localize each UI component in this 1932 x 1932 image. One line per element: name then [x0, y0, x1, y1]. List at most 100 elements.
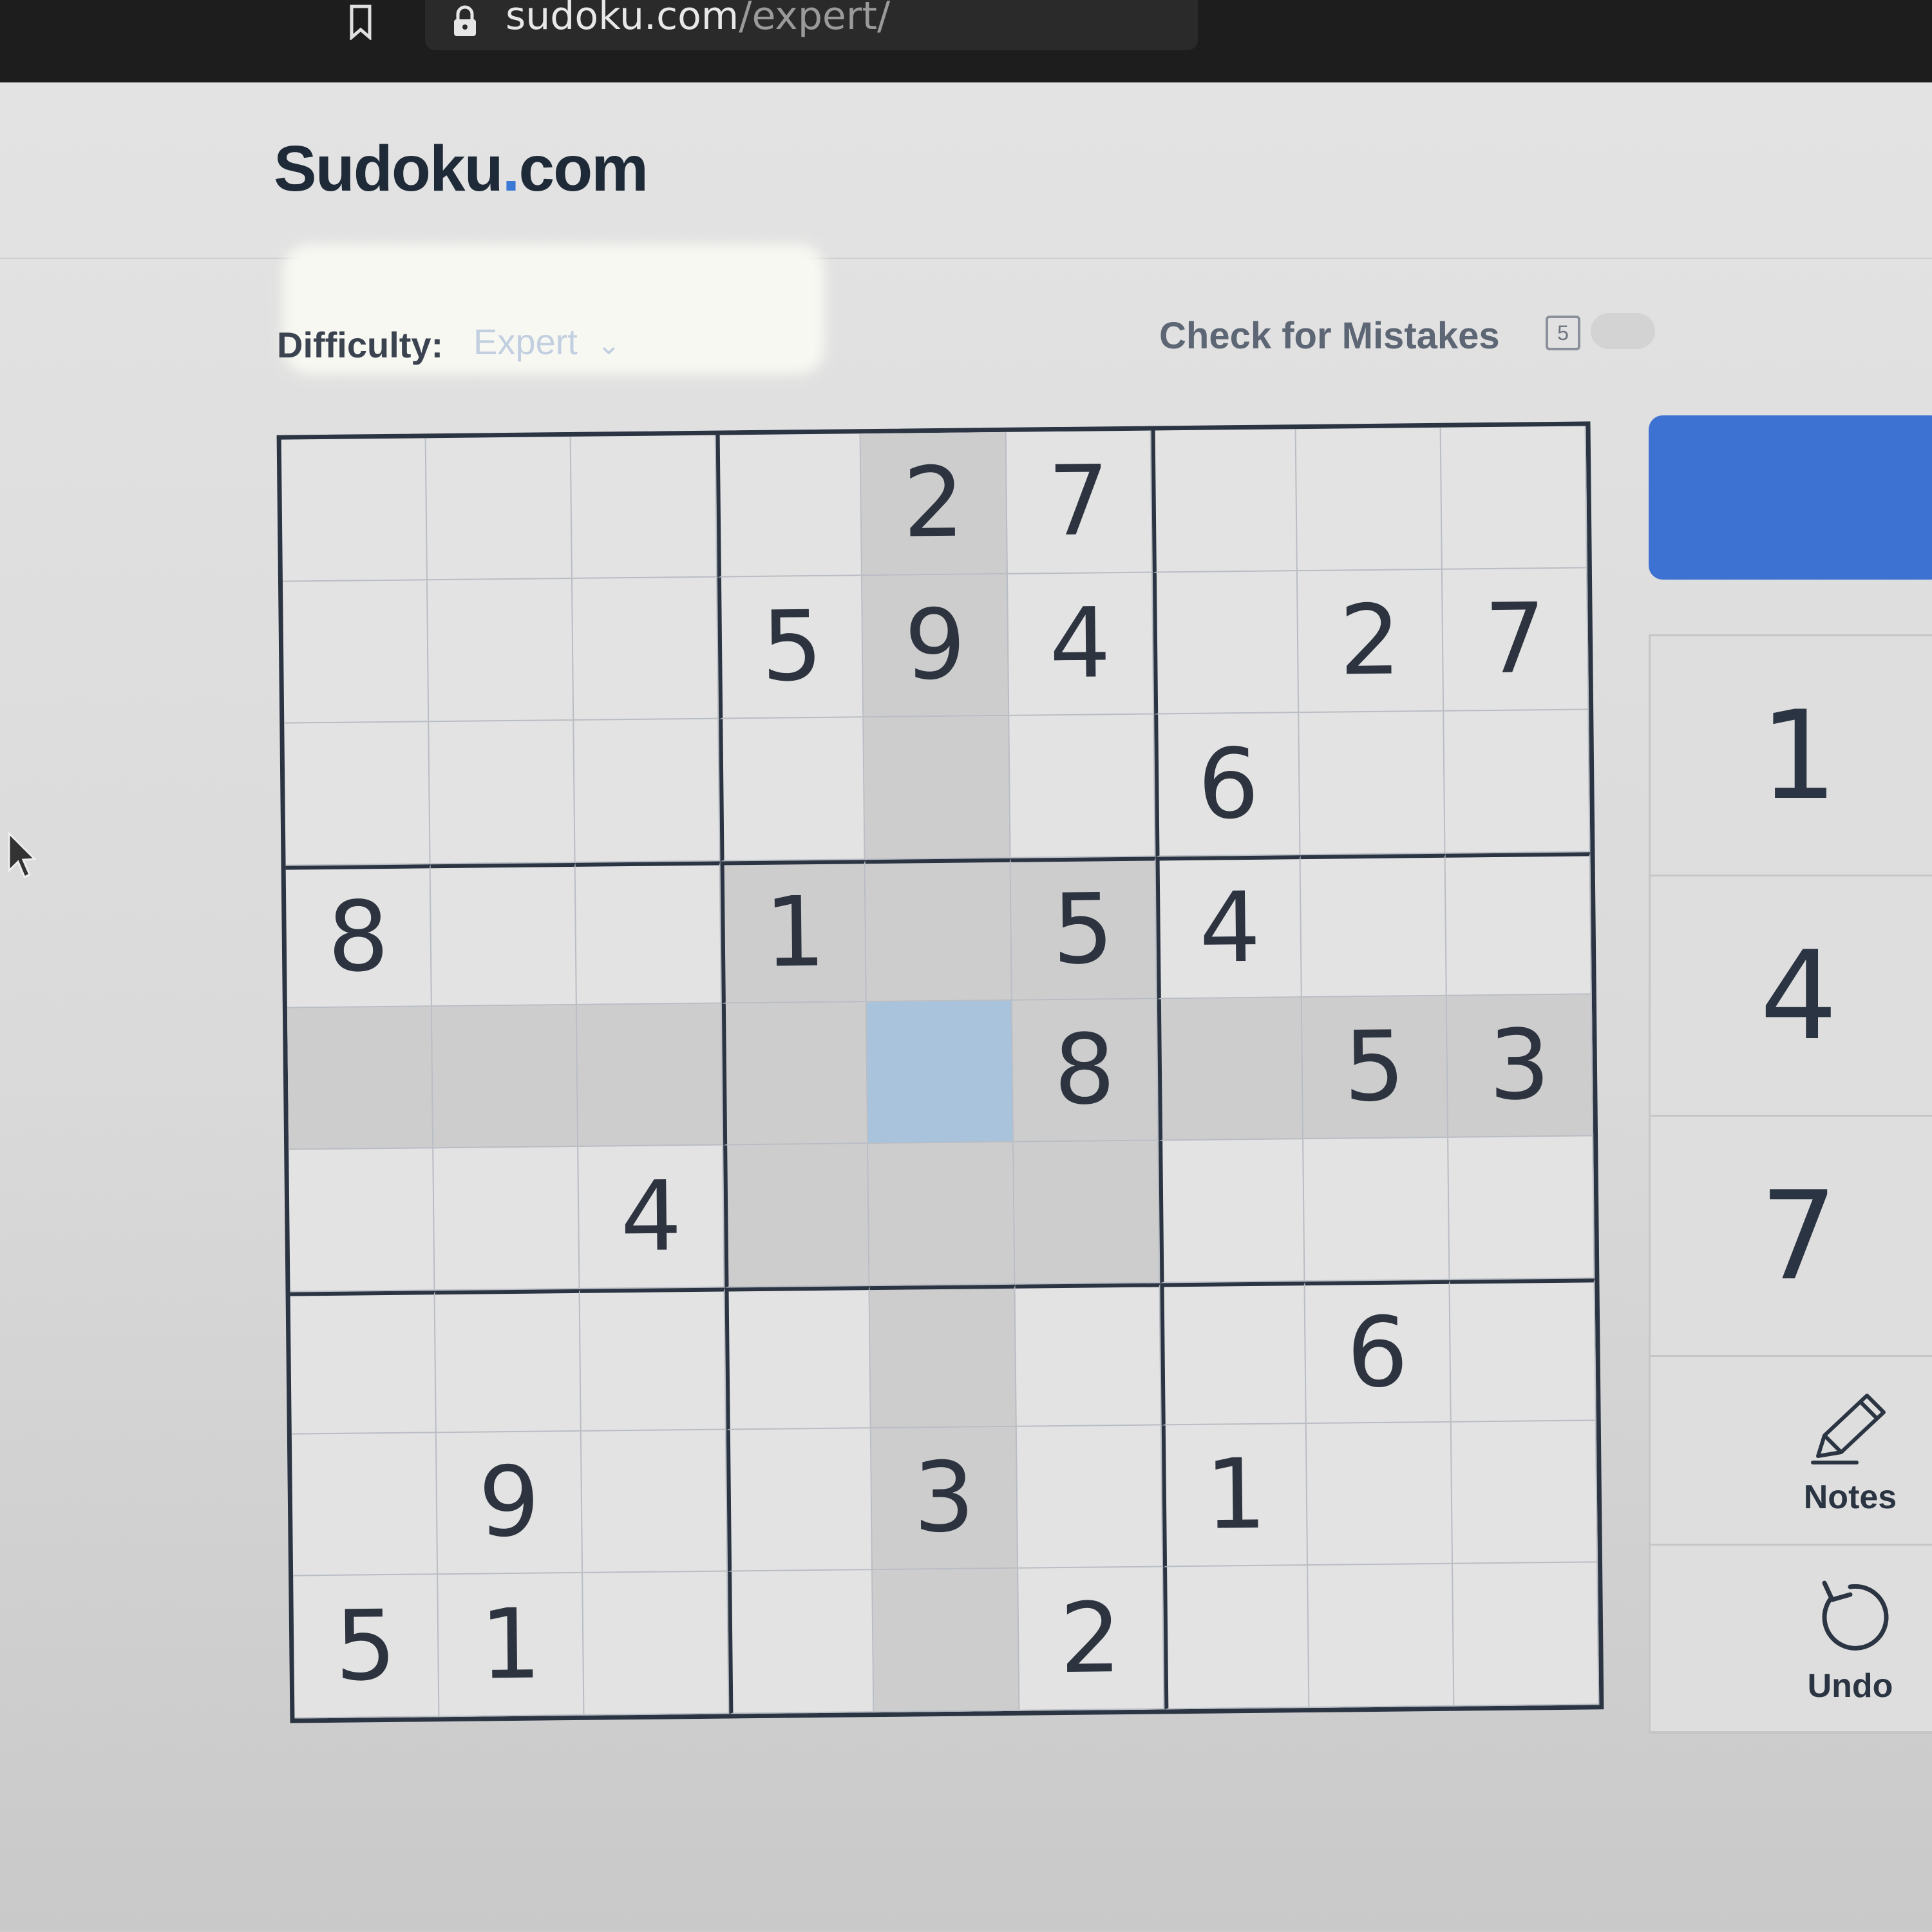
sudoku-cell-r4c2[interactable] [430, 862, 578, 1007]
sudoku-cell-r4c4[interactable]: 1 [720, 860, 867, 1004]
sudoku-cell-r3c9[interactable] [1444, 710, 1591, 854]
sudoku-cell-r8c6[interactable] [1016, 1425, 1163, 1569]
sudoku-cell-r5c9[interactable]: 3 [1446, 994, 1594, 1139]
sudoku-cell-r2c1[interactable] [282, 580, 430, 724]
sudoku-cell-r7c5[interactable] [869, 1284, 1017, 1428]
undo-button[interactable]: Undo [1651, 1546, 1932, 1734]
sudoku-cell-r7c7[interactable] [1160, 1282, 1307, 1426]
sudoku-cell-r7c6[interactable] [1015, 1283, 1162, 1427]
sudoku-cell-r3c2[interactable] [429, 721, 576, 865]
sudoku-cell-r3c5[interactable] [864, 716, 1011, 860]
sudoku-cell-r2c7[interactable] [1152, 571, 1299, 715]
sudoku-cell-r4c3[interactable] [575, 861, 723, 1005]
sudoku-cell-r8c4[interactable] [726, 1428, 873, 1572]
logo-suffix: com [518, 133, 649, 205]
sudoku-cell-r2c6[interactable]: 4 [1007, 573, 1154, 717]
sudoku-cell-r9c5[interactable] [873, 1569, 1019, 1713]
sudoku-cell-r1c7[interactable] [1151, 429, 1298, 573]
sudoku-cell-r7c4[interactable] [724, 1286, 872, 1430]
sudoku-cell-r6c5[interactable] [868, 1142, 1016, 1287]
sudoku-cell-r8c5[interactable]: 3 [871, 1426, 1018, 1571]
sudoku-cell-r1c2[interactable] [426, 436, 573, 580]
notes-button[interactable]: Notes [1651, 1357, 1932, 1546]
sudoku-cell-r1c4[interactable] [715, 433, 863, 578]
sudoku-cell-r6c8[interactable] [1303, 1138, 1450, 1282]
sudoku-cell-r1c5[interactable]: 2 [861, 431, 1008, 576]
undo-icon [1822, 1580, 1889, 1651]
sudoku-cell-r1c1[interactable] [281, 438, 428, 582]
bookmark-icon[interactable] [348, 4, 374, 40]
sudoku-cell-r5c7[interactable] [1157, 997, 1303, 1141]
sudoku-cell-r6c1[interactable] [289, 1148, 435, 1293]
sudoku-cell-r5c1[interactable] [287, 1006, 434, 1150]
logo-dot: . [502, 133, 520, 205]
numpad-key-4[interactable]: 4 [1651, 876, 1932, 1117]
sudoku-cell-r6c9[interactable] [1448, 1136, 1595, 1280]
sudoku-cell-r3c1[interactable] [284, 722, 431, 866]
sudoku-cell-r2c3[interactable] [573, 577, 719, 721]
sudoku-cell-r5c5[interactable] [867, 1000, 1014, 1144]
sudoku-cell-r6c7[interactable] [1158, 1139, 1305, 1283]
sudoku-cell-r1c8[interactable] [1296, 427, 1443, 571]
sudoku-cell-r2c9[interactable]: 7 [1442, 568, 1589, 712]
sudoku-cell-r9c9[interactable] [1452, 1562, 1600, 1707]
sudoku-cell-r4c8[interactable] [1300, 853, 1447, 998]
sudoku-cell-r2c4[interactable]: 5 [717, 575, 864, 719]
sudoku-cell-r4c5[interactable] [865, 858, 1012, 1002]
sudoku-cell-r2c5[interactable]: 9 [862, 574, 1009, 718]
sudoku-cell-r8c7[interactable]: 1 [1161, 1423, 1308, 1567]
sudoku-cell-r7c9[interactable] [1450, 1278, 1596, 1423]
difficulty-value: Expert [473, 321, 578, 362]
control-panel: 1 4 7 Notes Undo [1649, 415, 1932, 1734]
sudoku-cell-r9c6[interactable]: 2 [1018, 1567, 1165, 1711]
sudoku-cell-r4c1[interactable]: 8 [285, 864, 432, 1009]
sudoku-cell-r8c2[interactable]: 9 [436, 1431, 583, 1575]
sudoku-cell-r5c4[interactable] [722, 1001, 869, 1146]
sudoku-cell-r9c3[interactable] [583, 1571, 730, 1716]
lock-icon [454, 5, 476, 36]
sudoku-cell-r8c8[interactable] [1306, 1422, 1453, 1566]
sudoku-cell-r7c2[interactable] [435, 1289, 582, 1433]
sudoku-cell-r7c1[interactable] [290, 1291, 437, 1435]
sudoku-cell-r5c3[interactable] [577, 1003, 724, 1148]
sudoku-cell-r1c3[interactable] [571, 435, 718, 579]
sudoku-cell-r8c1[interactable] [291, 1432, 439, 1577]
sudoku-cell-r4c6[interactable]: 5 [1010, 857, 1157, 1001]
check-mistakes-toggle[interactable] [1591, 313, 1655, 349]
sudoku-cell-r9c1[interactable]: 5 [293, 1575, 440, 1719]
sudoku-cell-r4c9[interactable] [1445, 852, 1592, 996]
notes-label: Notes [1803, 1479, 1897, 1516]
sudoku-cell-r6c6[interactable] [1013, 1141, 1160, 1285]
sudoku-cell-r9c8[interactable] [1307, 1564, 1455, 1709]
sudoku-cell-r1c9[interactable] [1441, 426, 1587, 570]
sudoku-cell-r7c8[interactable]: 6 [1305, 1280, 1452, 1424]
sudoku-cell-r1c6[interactable]: 7 [1006, 430, 1153, 574]
numpad-key-1[interactable]: 1 [1651, 636, 1932, 876]
sudoku-cell-r6c3[interactable]: 4 [578, 1145, 725, 1289]
sudoku-cell-r9c4[interactable] [728, 1570, 875, 1714]
sudoku-cell-r8c3[interactable] [582, 1430, 728, 1574]
sudoku-cell-r4c7[interactable]: 4 [1155, 855, 1302, 999]
sudoku-cell-r6c4[interactable] [723, 1144, 870, 1288]
sudoku-cell-r2c2[interactable] [428, 578, 574, 723]
sudoku-cell-r3c4[interactable] [719, 717, 866, 862]
site-logo[interactable]: Sudoku.com [274, 132, 649, 206]
numpad-key-7[interactable]: 7 [1651, 1117, 1932, 1357]
sudoku-cell-r3c6[interactable] [1009, 714, 1156, 858]
sudoku-cell-r3c8[interactable] [1298, 712, 1446, 856]
sudoku-cell-r5c8[interactable]: 5 [1302, 996, 1448, 1140]
sudoku-cell-r9c7[interactable] [1162, 1566, 1310, 1710]
sudoku-cell-r8c9[interactable] [1451, 1421, 1598, 1565]
sudoku-cell-r9c2[interactable]: 1 [438, 1573, 585, 1718]
mouse-pointer-icon [8, 831, 37, 879]
new-game-button[interactable] [1649, 415, 1932, 580]
sudoku-cell-r5c6[interactable]: 8 [1012, 999, 1159, 1143]
sudoku-cell-r3c3[interactable] [574, 719, 721, 863]
difficulty-select[interactable]: Expert ⌄ [473, 321, 621, 363]
sudoku-cell-r7c3[interactable] [580, 1287, 727, 1432]
sudoku-cell-r2c8[interactable]: 2 [1297, 569, 1444, 714]
sudoku-cell-r6c2[interactable] [433, 1147, 580, 1291]
sudoku-cell-r3c7[interactable]: 6 [1153, 713, 1301, 857]
sudoku-cell-r5c2[interactable] [431, 1005, 579, 1149]
url-text[interactable]: sudoku.com/expert/ [506, 0, 890, 39]
